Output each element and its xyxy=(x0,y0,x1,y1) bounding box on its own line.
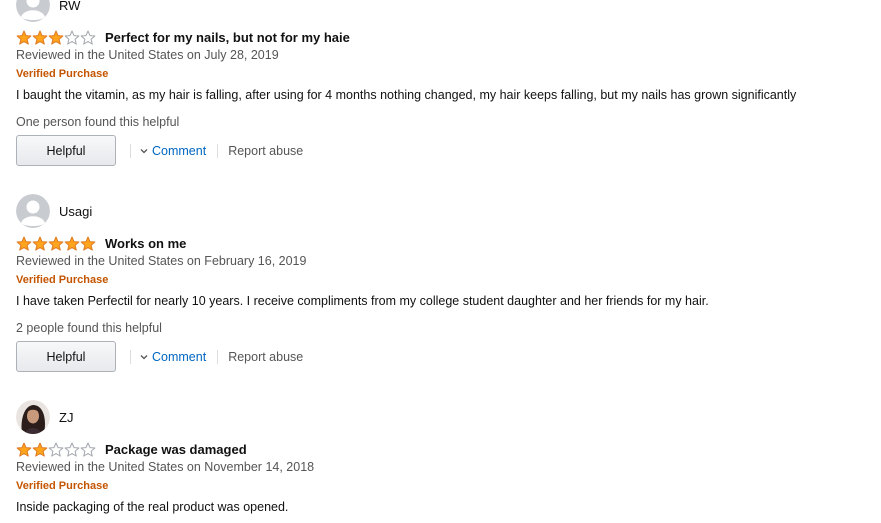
default-avatar-icon xyxy=(16,0,50,22)
reviewer-profile[interactable]: Usagi xyxy=(16,194,92,228)
star-empty-icon xyxy=(80,30,96,45)
helpful-button[interactable]: Helpful xyxy=(16,341,116,372)
chevron-down-icon xyxy=(140,148,148,153)
divider xyxy=(130,349,131,364)
star-filled-icon xyxy=(16,442,32,457)
verified-purchase-badge[interactable]: Verified Purchase xyxy=(16,68,108,80)
reviewer-profile[interactable]: ZJ xyxy=(16,400,73,434)
star-rating[interactable] xyxy=(16,236,96,251)
review-actions: Helpful Comment Report abuse xyxy=(16,341,303,372)
verified-purchase-badge[interactable]: Verified Purchase xyxy=(16,480,108,492)
review-date: Reviewed in the United States on Februar… xyxy=(16,254,307,268)
reviewer-name: Usagi xyxy=(59,203,93,219)
reviewer-name: ZJ xyxy=(59,409,74,425)
review-title[interactable]: Works on me xyxy=(105,236,186,251)
star-filled-icon xyxy=(48,236,64,251)
comment-link[interactable]: Comment xyxy=(140,144,206,158)
star-filled-icon xyxy=(32,442,48,457)
default-avatar-icon xyxy=(16,194,50,228)
divider xyxy=(217,349,219,364)
star-filled-icon xyxy=(32,30,48,45)
helpful-count: 2 people found this helpful xyxy=(16,321,162,335)
star-empty-icon xyxy=(64,442,80,457)
star-empty-icon xyxy=(64,30,80,45)
review-date: Reviewed in the United States on July 28… xyxy=(16,48,279,62)
report-abuse-link[interactable]: Report abuse xyxy=(228,144,303,158)
review-title[interactable]: Package was damaged xyxy=(105,442,247,457)
star-filled-icon xyxy=(64,236,80,251)
star-filled-icon xyxy=(16,236,32,251)
report-abuse-link[interactable]: Report abuse xyxy=(228,350,303,364)
star-filled-icon xyxy=(32,236,48,251)
review-actions: Helpful Comment Report abuse xyxy=(16,135,303,166)
reviewer-name: RW xyxy=(59,0,81,13)
review-body: I have taken Perfectil for nearly 10 yea… xyxy=(16,294,709,308)
user-photo-avatar xyxy=(16,400,50,434)
comment-link[interactable]: Comment xyxy=(140,350,206,364)
star-empty-icon xyxy=(80,442,96,457)
divider xyxy=(130,143,131,158)
comment-label: Comment xyxy=(152,143,207,158)
star-filled-icon xyxy=(48,30,64,45)
helpful-button[interactable]: Helpful xyxy=(16,135,116,166)
chevron-down-icon xyxy=(140,354,148,359)
star-empty-icon xyxy=(48,442,64,457)
review-body: I baught the vitamin, as my hair is fall… xyxy=(16,88,797,102)
comment-label: Comment xyxy=(152,349,207,364)
star-filled-icon xyxy=(80,236,96,251)
divider xyxy=(217,143,219,158)
helpful-count: One person found this helpful xyxy=(16,115,180,129)
star-rating[interactable] xyxy=(16,442,96,457)
review-title[interactable]: Perfect for my nails, but not for my hai… xyxy=(105,30,350,45)
star-filled-icon xyxy=(16,30,32,45)
review-body: Inside packaging of the real product was… xyxy=(16,500,289,514)
reviewer-profile[interactable]: RW xyxy=(16,0,80,22)
star-rating[interactable] xyxy=(16,30,96,45)
verified-purchase-badge[interactable]: Verified Purchase xyxy=(16,274,108,286)
review-date: Reviewed in the United States on Novembe… xyxy=(16,460,315,474)
